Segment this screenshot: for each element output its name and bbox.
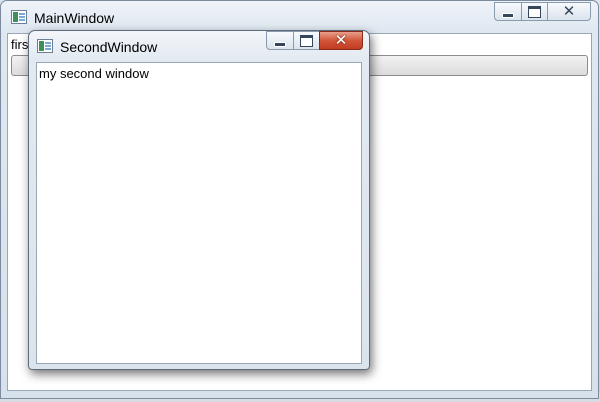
- second-window-title: SecondWindow: [60, 39, 158, 55]
- main-window-controls: ✕: [494, 2, 591, 22]
- second-minimize-button[interactable]: [266, 31, 293, 50]
- main-window-title: MainWindow: [34, 10, 115, 26]
- app-window-icon[interactable]: [11, 10, 27, 24]
- app-window-icon[interactable]: [37, 39, 53, 53]
- second-window-content[interactable]: my second window: [36, 62, 362, 364]
- second-content-text: my second window: [39, 66, 149, 81]
- minimize-icon: [274, 42, 286, 47]
- main-close-button[interactable]: ✕: [547, 2, 591, 21]
- main-content-text: firs: [11, 37, 29, 52]
- maximize-icon: [300, 34, 313, 47]
- second-maximize-button[interactable]: [293, 31, 319, 50]
- close-icon: ✕: [562, 3, 576, 20]
- second-window: SecondWindow ✕ my second window: [28, 30, 370, 370]
- main-maximize-button[interactable]: [521, 2, 547, 21]
- main-minimize-button[interactable]: [494, 2, 521, 21]
- main-titlebar[interactable]: MainWindow ✕: [1, 1, 598, 33]
- second-close-button[interactable]: ✕: [319, 31, 363, 50]
- minimize-icon: [502, 13, 514, 18]
- maximize-icon: [528, 5, 541, 18]
- close-icon: ✕: [334, 32, 348, 49]
- second-window-controls: ✕: [266, 31, 363, 51]
